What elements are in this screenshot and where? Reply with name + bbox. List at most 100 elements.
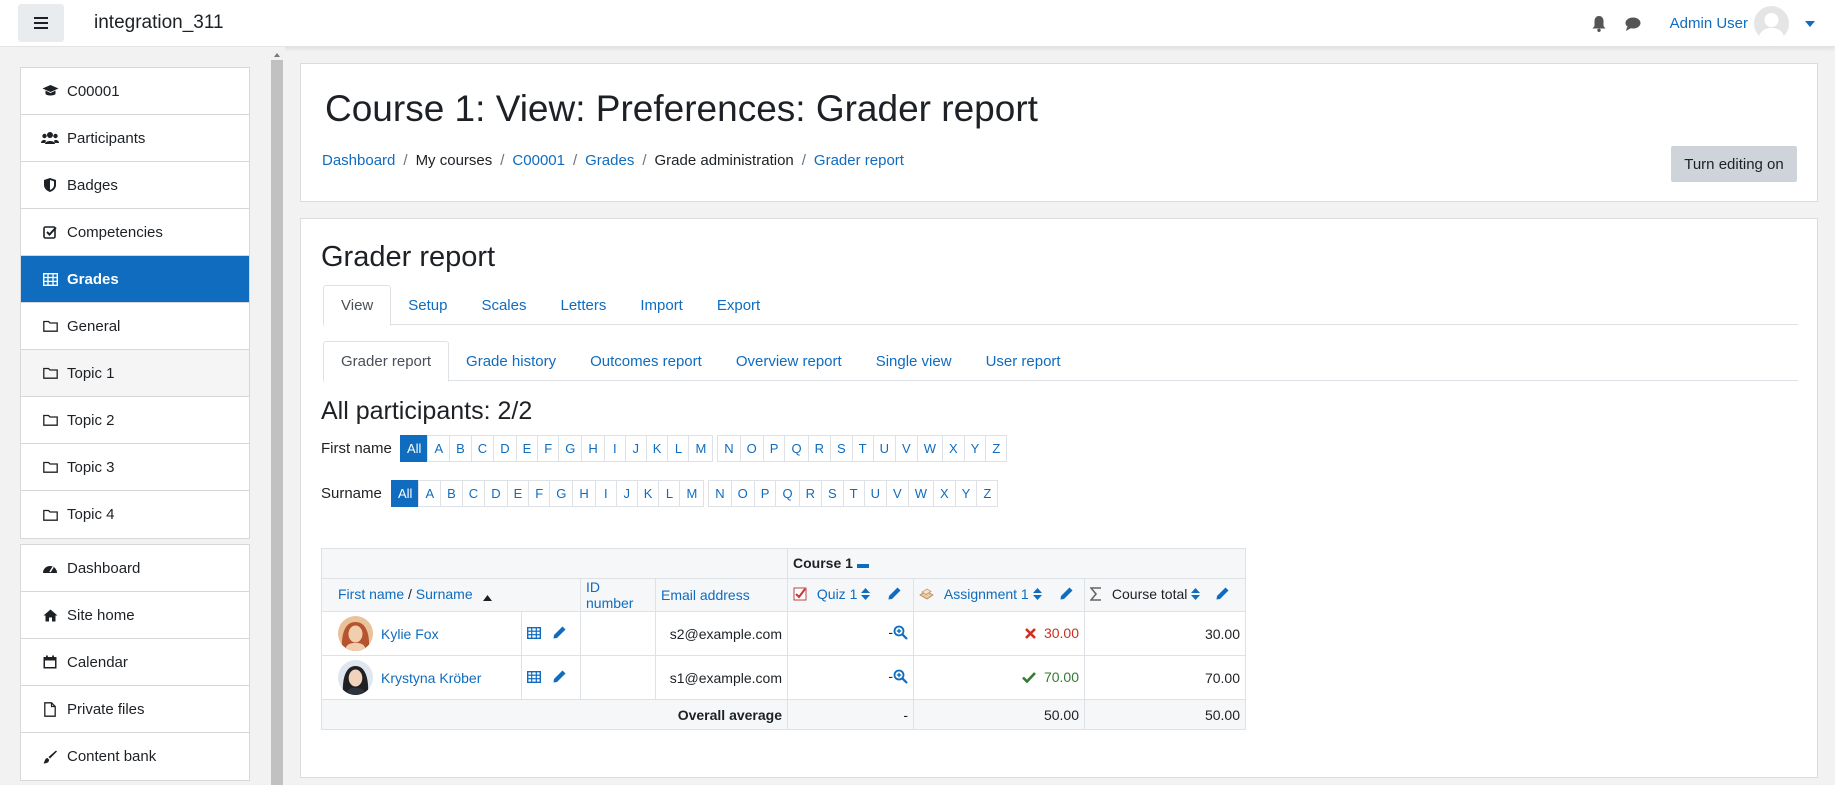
site-name[interactable]: integration_311 (94, 12, 224, 34)
collapse-icon[interactable] (856, 556, 869, 572)
surname-initial-g[interactable]: G (549, 480, 574, 507)
sort-first-name-link[interactable]: First name (338, 586, 404, 602)
pencil-icon[interactable] (888, 587, 901, 603)
surname-initial-p[interactable]: P (753, 480, 777, 507)
sort-email-link[interactable]: Email address (661, 587, 750, 603)
pencil-icon[interactable] (1216, 587, 1229, 603)
table-icon[interactable] (526, 670, 542, 686)
turn-editing-on-button[interactable]: Turn editing on (1671, 146, 1797, 182)
pencil-icon[interactable] (553, 626, 566, 642)
drawer-item-grades[interactable]: Grades (21, 256, 249, 303)
first-initial-h[interactable]: H (581, 435, 605, 462)
drawer-item-calendar[interactable]: Calendar (21, 639, 249, 686)
drawer-item-topic-2[interactable]: Topic 2 (21, 397, 249, 444)
subtab-overview-report[interactable]: Overview report (719, 341, 859, 381)
tab-export[interactable]: Export (700, 285, 777, 325)
drawer-item-dashboard[interactable]: Dashboard (21, 545, 249, 592)
menu-toggle-button[interactable] (18, 4, 64, 42)
breadcrumb-grades[interactable]: Grades (585, 152, 634, 169)
assignment-link[interactable]: Assignment 1 (944, 586, 1029, 602)
avatar[interactable] (338, 616, 373, 651)
first-initial-t[interactable]: T (851, 435, 874, 462)
drawer-item-topic-4[interactable]: Topic 4 (21, 491, 249, 538)
surname-initial-all[interactable]: All (391, 480, 420, 507)
drawer-item-content-bank[interactable]: Content bank (21, 733, 249, 780)
drawer-item-badges[interactable]: Badges (21, 162, 249, 209)
surname-initial-r[interactable]: R (798, 480, 822, 507)
surname-initial-u[interactable]: U (863, 480, 888, 507)
sort-icon[interactable] (1191, 587, 1201, 604)
first-initial-w[interactable]: W (916, 435, 943, 462)
surname-initial-e[interactable]: E (506, 480, 530, 507)
drawer-item-competencies[interactable]: Competencies (21, 209, 249, 256)
first-initial-m[interactable]: M (688, 435, 714, 462)
pencil-icon[interactable] (553, 670, 566, 686)
breadcrumb-dashboard[interactable]: Dashboard (322, 152, 395, 169)
user-menu-name[interactable]: Admin User (1670, 15, 1748, 32)
first-initial-z[interactable]: Z (985, 435, 1008, 462)
breadcrumb-course[interactable]: C00001 (512, 152, 565, 169)
tab-import[interactable]: Import (623, 285, 700, 325)
first-initial-g[interactable]: G (558, 435, 583, 462)
zoom-in-icon[interactable] (893, 625, 908, 643)
surname-initial-f[interactable]: F (528, 480, 551, 507)
drawer-item-site-home[interactable]: Site home (21, 592, 249, 639)
breadcrumb-grader-report[interactable]: Grader report (814, 152, 904, 169)
first-initial-o[interactable]: O (739, 435, 764, 462)
first-initial-v[interactable]: V (895, 435, 918, 462)
first-initial-y[interactable]: Y (963, 435, 987, 462)
first-initial-all[interactable]: All (400, 435, 429, 462)
quiz-link[interactable]: Quiz 1 (817, 586, 857, 602)
surname-initial-d[interactable]: D (484, 480, 508, 507)
drawer-item-course[interactable]: C00001 (21, 68, 249, 115)
surname-initial-q[interactable]: Q (775, 480, 800, 507)
drawer-scrollbar[interactable] (271, 50, 283, 785)
user-name-link[interactable]: Kylie Fox (381, 626, 439, 642)
surname-initial-l[interactable]: L (658, 480, 681, 507)
first-initial-s[interactable]: S (829, 435, 853, 462)
subtab-outcomes-report[interactable]: Outcomes report (573, 341, 719, 381)
tab-scales[interactable]: Scales (464, 285, 543, 325)
surname-initial-h[interactable]: H (572, 480, 596, 507)
tab-letters[interactable]: Letters (543, 285, 623, 325)
first-initial-q[interactable]: Q (784, 435, 809, 462)
bell-icon[interactable] (1590, 15, 1608, 33)
surname-initial-m[interactable]: M (679, 480, 705, 507)
sort-icon[interactable] (1032, 587, 1042, 604)
subtab-grader-report[interactable]: Grader report (323, 341, 450, 382)
first-initial-k[interactable]: K (645, 435, 669, 462)
avatar[interactable] (338, 660, 373, 695)
first-initial-r[interactable]: R (807, 435, 831, 462)
drawer-item-participants[interactable]: Participants (21, 115, 249, 162)
drawer-item-private-files[interactable]: Private files (21, 686, 249, 733)
first-initial-b[interactable]: B (449, 435, 472, 462)
first-initial-u[interactable]: U (872, 435, 897, 462)
surname-initial-i[interactable]: I (594, 480, 617, 507)
tab-setup[interactable]: Setup (391, 285, 464, 325)
surname-initial-y[interactable]: Y (954, 480, 978, 507)
surname-initial-b[interactable]: B (440, 480, 463, 507)
surname-initial-k[interactable]: K (636, 480, 660, 507)
zoom-in-icon[interactable] (893, 669, 908, 687)
sort-surname-link[interactable]: Surname (416, 586, 473, 602)
first-initial-d[interactable]: D (493, 435, 517, 462)
first-initial-l[interactable]: L (667, 435, 690, 462)
first-initial-c[interactable]: C (470, 435, 495, 462)
subtab-single-view[interactable]: Single view (859, 341, 969, 381)
drawer-item-topic-3[interactable]: Topic 3 (21, 444, 249, 491)
surname-initial-n[interactable]: N (708, 480, 732, 507)
first-initial-j[interactable]: J (624, 435, 647, 462)
tab-view[interactable]: View (323, 285, 392, 326)
surname-initial-s[interactable]: S (820, 480, 844, 507)
pencil-icon[interactable] (1060, 587, 1073, 603)
surname-initial-v[interactable]: V (886, 480, 909, 507)
subtab-grade-history[interactable]: Grade history (449, 341, 573, 381)
first-initial-x[interactable]: X (942, 435, 965, 462)
surname-initial-c[interactable]: C (461, 480, 486, 507)
surname-initial-o[interactable]: O (730, 480, 755, 507)
surname-initial-w[interactable]: W (907, 480, 934, 507)
first-initial-i[interactable]: I (603, 435, 626, 462)
avatar-icon[interactable] (1754, 6, 1789, 41)
first-initial-n[interactable]: N (717, 435, 741, 462)
comment-icon[interactable] (1624, 15, 1642, 33)
